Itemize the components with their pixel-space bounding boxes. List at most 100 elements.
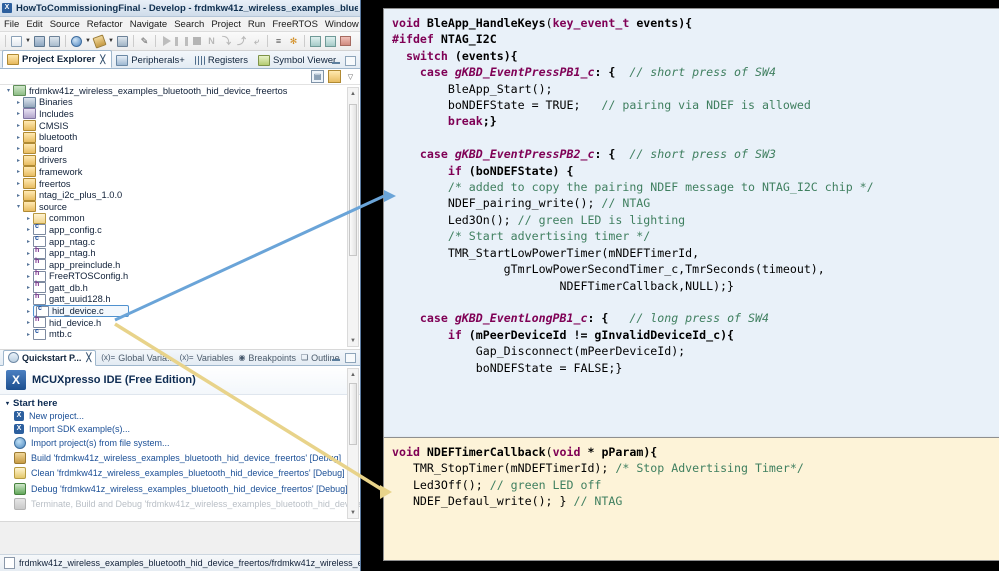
tree-item[interactable]: ▸ app_preinclude.h [0,258,360,271]
tree-twisty-icon[interactable]: ▸ [24,319,33,326]
quickstart-link[interactable]: Clean 'frdmkw41z_wireless_examples_bluet… [6,466,354,481]
quickstart-link[interactable]: Import project(s) from file system... [6,435,354,450]
tree-twisty-icon[interactable]: ▸ [24,215,33,222]
tree-item-selected[interactable]: ▸ hid_device.c [0,305,360,318]
tree-item[interactable]: ▸ ntag_i2c_plus_1.0.0 [0,189,360,201]
chevron-down-icon[interactable]: ▾ [6,400,9,407]
tree-twisty-icon[interactable]: ▸ [14,134,23,141]
tree-twisty-icon[interactable]: ▸ [14,180,23,187]
tree-twisty-icon[interactable]: ▸ [14,122,23,129]
menu-item-search[interactable]: Search [174,19,204,30]
tree-twisty-icon[interactable]: ▸ [24,250,33,257]
minimize-icon[interactable] [332,356,340,361]
tree-item[interactable]: ▾ source [0,201,360,213]
scroll-up-icon[interactable]: ▲ [348,369,358,380]
quickstart-link[interactable]: Build 'frdmkw41z_wireless_examples_bluet… [6,451,354,466]
tree-item[interactable]: ▸ common [0,212,360,225]
tree-item[interactable]: ▸ drivers [0,154,360,167]
maximize-icon[interactable] [345,353,356,363]
tree-twisty-icon[interactable]: ▸ [14,110,23,117]
tree-item[interactable]: ▸ FreeRTOSConfig.h [0,270,360,283]
tree-item[interactable]: ▸ framework [0,166,360,178]
scrollbar-thumb[interactable] [349,104,357,256]
instruction-stepping-icon[interactable]: ≡ [272,35,285,48]
tree-twisty-icon[interactable]: ▾ [14,203,23,210]
quickstart-link[interactable]: X Import SDK example(s)... [6,422,354,435]
tree-twisty-icon[interactable]: ▸ [24,331,33,338]
skip-breakpoints-icon[interactable]: ✎ [138,35,151,48]
tree-item[interactable]: ▸ mtb.c [0,328,360,340]
close-icon[interactable]: ╳ [86,353,91,362]
tab-registers[interactable]: Registers [191,52,254,68]
menu-item-file[interactable]: File [4,19,19,30]
link-with-editor-icon[interactable] [328,70,341,83]
tree-item[interactable]: ▸ Binaries [0,96,360,109]
collapse-all-icon[interactable]: ▤ [311,70,324,83]
new-icon[interactable] [10,35,23,48]
tree-twisty-icon[interactable]: ▸ [24,308,33,315]
minimize-icon[interactable] [332,59,340,64]
tab-quickstart-panel[interactable]: Quickstart P... ╳ [3,349,97,366]
section-title[interactable]: ▾ Start here [6,398,354,409]
tree-twisty-icon[interactable]: ▸ [24,261,33,268]
menu-item-navigate[interactable]: Navigate [130,19,168,30]
tree-twisty-icon[interactable]: ▸ [14,157,23,164]
quickstart-scrollbar[interactable]: ▲ ▼ [347,368,359,519]
tree-item[interactable]: ▸ board [0,143,360,155]
tree-item[interactable]: ▸ app_ntag.h [0,247,360,259]
tree-twisty-icon[interactable]: ▸ [24,238,33,245]
globe-dropdown-icon[interactable]: ▼ [85,38,91,44]
scroll-down-icon[interactable]: ▼ [348,335,358,346]
tab-project-explorer[interactable]: Project Explorer ╳ [2,50,113,68]
project-tree[interactable]: ▲ ▼ ▾ frdmkw41z_wireless_examples_bluetoo… [0,85,360,350]
globe-icon[interactable] [70,35,83,48]
menu-item-refactor[interactable]: Refactor [87,19,123,30]
view-menu-icon[interactable]: ▽ [345,71,356,82]
tree-item[interactable]: ▸ bluetooth [0,131,360,143]
tab-breakpoints[interactable]: ◉ Breakpoints [238,353,296,363]
console-icon[interactable] [309,35,322,48]
tree-twisty-icon[interactable]: ▸ [14,168,23,175]
build-hammer-icon[interactable] [92,33,107,49]
tree-item[interactable]: ▸ app_ntag.c [0,235,360,248]
memory-icon[interactable] [339,35,352,48]
tree-item[interactable]: ▸ hid_device.h [0,316,360,329]
tree-item[interactable]: ▾ frdmkw41z_wireless_examples_bluetooth_h… [0,85,360,97]
tab-global-variables[interactable]: (x)= Global Varia... [101,353,174,363]
tree-twisty-icon[interactable]: ▸ [14,99,23,106]
tree-twisty-icon[interactable]: ▾ [4,87,13,94]
new-dropdown-icon[interactable]: ▼ [25,38,31,44]
tree-item[interactable]: ▸ gatt_db.h [0,281,360,294]
registers-icon[interactable] [324,35,337,48]
tree-twisty-icon[interactable]: ▸ [24,273,33,280]
scroll-down-icon[interactable]: ▼ [348,507,358,518]
menu-item-edit[interactable]: Edit [26,19,42,30]
selection-highlight[interactable]: hid_device.c [33,305,129,318]
quickstart-link[interactable]: X New project... [6,409,354,422]
tree-item[interactable]: ▸ gatt_uuid128.h [0,293,360,306]
quickstart-link[interactable]: Debug 'frdmkw41z_wireless_examples_bluet… [6,481,354,496]
close-icon[interactable]: ╳ [100,55,105,64]
tab-peripherals[interactable]: Peripherals+ [112,52,191,68]
tree-item[interactable]: ▸ app_config.c [0,223,360,236]
tree-twisty-icon[interactable]: ▸ [24,284,33,291]
tree-scrollbar[interactable]: ▲ ▼ [347,87,359,347]
save-all-icon[interactable] [48,35,61,48]
tree-twisty-icon[interactable]: ▸ [24,296,33,303]
tree-item[interactable]: ▸ Includes [0,108,360,120]
tree-item[interactable]: ▸ freertos [0,178,360,190]
build-dropdown-icon[interactable]: ▼ [108,38,114,44]
menu-item-freertos[interactable]: FreeRTOS [272,19,318,30]
menu-item-run[interactable]: Run [248,19,265,30]
save-icon[interactable] [33,35,46,48]
menu-item-project[interactable]: Project [211,19,241,30]
tab-symbol-viewer[interactable]: Symbol Viewer [254,52,342,68]
debug-config-icon[interactable]: ✻ [287,35,300,48]
tab-variables[interactable]: (x)= Variables [180,353,234,363]
tree-item[interactable]: ▸ CMSIS [0,120,360,132]
scrollbar-thumb[interactable] [349,383,357,445]
tree-twisty-icon[interactable]: ▸ [14,192,23,199]
menu-item-window[interactable]: Window [325,19,359,30]
debug-icon[interactable] [116,35,129,48]
scroll-up-icon[interactable]: ▲ [348,88,358,99]
